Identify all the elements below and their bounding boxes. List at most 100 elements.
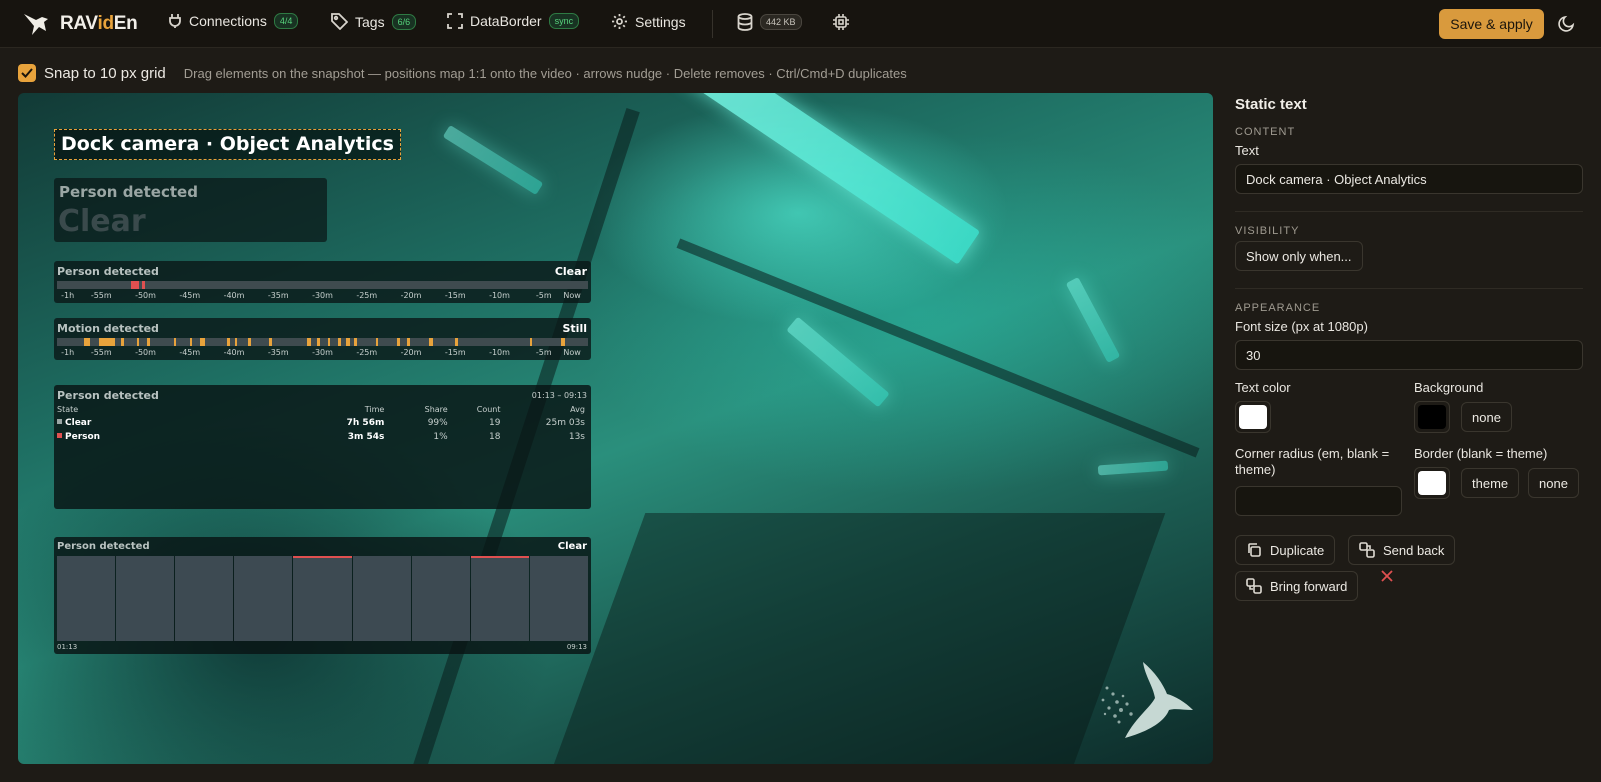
divider — [712, 10, 713, 38]
timeline-ticks: -1h -55m -50m -45m -40m -35m -30m -25m -20m -15m -… — [57, 291, 588, 301]
motion-marker — [189, 338, 192, 346]
motion-marker — [354, 338, 357, 346]
table-row: Clear 7h 56m 99% 19 25m 03s — [57, 416, 585, 430]
font-size-input[interactable]: 30 — [1235, 340, 1583, 370]
delete-icon[interactable] — [1380, 569, 1394, 583]
time-cell: 7h 56m — [346, 418, 385, 428]
bring-forward-button[interactable]: Bring forward — [1235, 571, 1359, 601]
tick-label: -45m — [179, 348, 201, 357]
overlay-timeline-motion[interactable]: Motion detected Still -1h -55m -50m -45m -40… — [54, 318, 591, 360]
background-none-button[interactable]: none — [1461, 402, 1512, 432]
nav-label: DataBorder — [470, 13, 542, 29]
time-cell: 3m 54s — [347, 432, 385, 442]
snap-checkbox[interactable] — [18, 64, 36, 82]
nav-label: Connections — [189, 13, 267, 29]
tick-label: -30m — [312, 291, 333, 300]
nav-label: Settings — [635, 13, 686, 30]
state-name: Clear — [65, 418, 92, 428]
tick-label: -15m — [444, 291, 466, 300]
stats-range: 01:13 – 09:13 — [531, 391, 587, 400]
nav-connections[interactable]: Connections 4/4 — [168, 13, 299, 29]
duplicate-button[interactable]: Duplicate — [1235, 535, 1336, 565]
tags-badge: 6/6 — [391, 13, 417, 30]
section-divider — [1235, 288, 1583, 289]
tick-label: -25m — [356, 348, 378, 357]
frame-corners-icon — [447, 13, 463, 29]
text-color-swatch[interactable] — [1235, 401, 1271, 433]
stats-label: Person detected — [57, 389, 159, 402]
nav-settings[interactable]: Settings — [611, 13, 686, 30]
panel-title: Static text — [1235, 96, 1307, 113]
overlay-state-widget[interactable]: Person detected Clear — [54, 178, 327, 242]
motion-marker — [455, 338, 458, 346]
overlay-stats-table[interactable]: Person detected 01:13 – 09:13 State Time… — [54, 385, 591, 509]
border-theme-button[interactable]: theme — [1461, 468, 1520, 498]
overlay-column-chart[interactable]: Person detected Clear 01:13 09:13 — [54, 537, 591, 654]
check-icon — [21, 68, 33, 78]
timeline-value: Still — [562, 322, 588, 335]
text-input[interactable]: Dock camera · Object Analytics — [1235, 164, 1583, 194]
col-state: State — [57, 405, 79, 414]
moon-icon — [1558, 15, 1575, 32]
tick-label: Now — [563, 348, 581, 357]
motion-marker — [317, 338, 321, 346]
chart-column — [234, 556, 293, 641]
video-snapshot-canvas[interactable]: Dock camera · Object Analytics Person de… — [18, 93, 1213, 764]
tick-label: -5m — [535, 291, 552, 300]
tick-label: -10m — [489, 291, 510, 300]
chip-button[interactable] — [832, 13, 850, 36]
show-only-when-button[interactable]: Show only when... — [1235, 241, 1363, 271]
brand[interactable]: RAVidEn — [22, 11, 138, 37]
nav-tags[interactable]: Tags 6/6 — [331, 13, 417, 30]
layers-back-icon — [1359, 542, 1375, 558]
chart-value: Clear — [557, 541, 587, 552]
tick-label: -50m — [135, 348, 156, 357]
background-color-swatch[interactable] — [1414, 401, 1450, 433]
raven-watermark-icon — [1101, 662, 1193, 738]
snap-bar: Snap to 10 px grid Drag elements on the … — [18, 62, 907, 84]
col-time: Time — [364, 405, 385, 414]
corner-radius-label: Corner radius (em, blank = theme) — [1235, 446, 1390, 477]
overlay-static-text[interactable]: Dock camera · Object Analytics — [54, 129, 401, 160]
state-label: Person detected — [59, 183, 198, 201]
tick-label: -1h — [61, 291, 75, 300]
floor-shadow — [550, 513, 1166, 764]
motion-marker — [99, 338, 116, 346]
chart-column — [529, 556, 588, 641]
chart-x-end: 09:13 — [566, 643, 587, 651]
visibility-section-heading: VISIBILITY — [1235, 225, 1300, 237]
layers-forward-icon — [1246, 578, 1262, 594]
motion-marker — [120, 338, 124, 346]
border-color-swatch[interactable] — [1414, 467, 1450, 499]
editor-hint: Drag elements on the snapshot — position… — [183, 65, 907, 81]
ceiling-light — [1097, 460, 1169, 476]
tick-label: -20m — [400, 348, 422, 357]
tick-label: -50m — [135, 291, 156, 300]
chart-column — [293, 556, 352, 641]
event-marker — [131, 281, 139, 289]
nav-storage[interactable]: 442 KB — [737, 13, 802, 31]
motion-marker — [136, 338, 140, 346]
nav-label: Tags — [355, 13, 385, 30]
theme-toggle[interactable] — [1558, 14, 1576, 37]
send-back-button[interactable]: Send back — [1348, 535, 1456, 565]
ceiling-light — [442, 124, 544, 196]
tick-label: -1h — [61, 348, 75, 357]
count-cell: 18 — [489, 432, 501, 442]
share-cell: 1% — [433, 432, 448, 442]
state-color-swatch — [57, 433, 62, 438]
nav-databorder[interactable]: DataBorder sync — [447, 13, 580, 29]
border-none-button[interactable]: none — [1528, 468, 1579, 498]
motion-marker — [234, 338, 237, 346]
save-apply-button[interactable]: Save & apply — [1439, 9, 1544, 39]
corner-radius-input[interactable] — [1235, 486, 1402, 516]
text-label: Text — [1235, 143, 1259, 158]
avg-cell: 25m 03s — [545, 418, 585, 428]
chip-icon — [833, 14, 849, 30]
overlay-timeline-person[interactable]: Person detected Clear -1h -55m -50m -45m -40… — [54, 261, 591, 303]
copy-icon — [1248, 543, 1261, 557]
raven-logo-icon — [24, 14, 48, 35]
timeline-label: Motion detected — [57, 322, 159, 335]
snap-label: Snap to 10 px grid — [44, 64, 166, 82]
motion-marker — [346, 338, 350, 346]
